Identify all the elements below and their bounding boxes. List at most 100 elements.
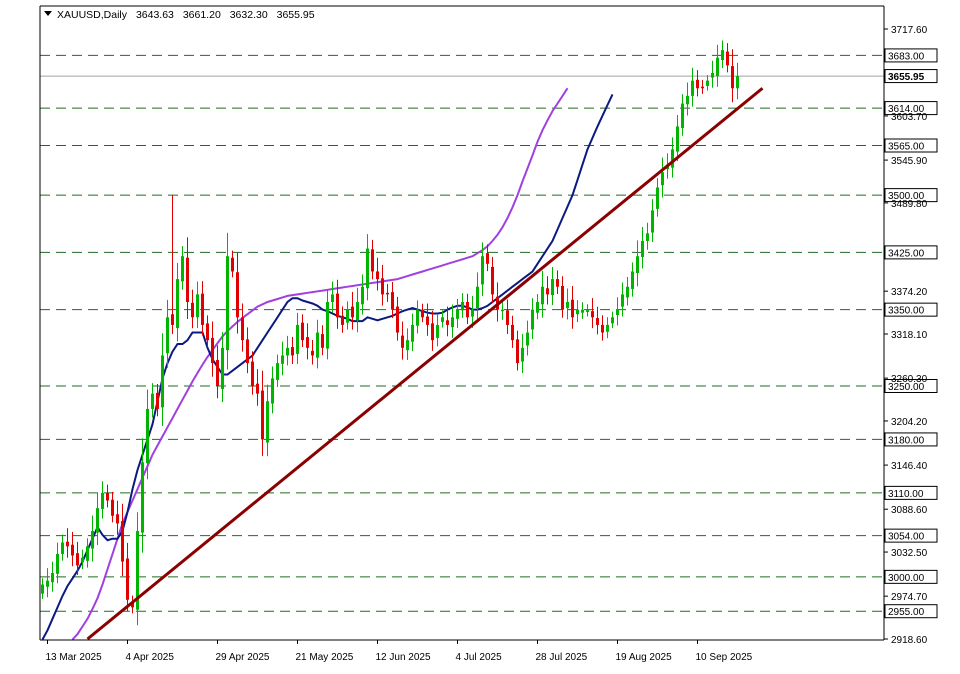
bear-candle bbox=[261, 390, 264, 440]
y-tick-label: 3260.30 bbox=[891, 374, 928, 385]
bear-candle bbox=[431, 323, 434, 341]
bull-candle bbox=[416, 309, 419, 326]
bull-candle bbox=[651, 210, 654, 233]
bear-candle bbox=[376, 271, 379, 280]
bear-candle bbox=[571, 299, 574, 318]
y-tick-label: 3603.70 bbox=[891, 112, 928, 123]
bull-candle bbox=[406, 340, 409, 351]
bear-candle bbox=[351, 306, 354, 318]
bull-candle bbox=[736, 76, 739, 89]
level-price-label: 2955.00 bbox=[888, 607, 925, 618]
bear-candle bbox=[306, 337, 309, 348]
level-price-label: 3350.00 bbox=[888, 306, 925, 317]
bull-candle bbox=[346, 309, 349, 323]
bull-candle bbox=[536, 302, 539, 313]
bear-candle bbox=[731, 66, 734, 89]
bull-candle bbox=[86, 546, 89, 561]
x-tick-label: 19 Aug 2025 bbox=[616, 652, 673, 663]
trendline bbox=[86, 87, 764, 641]
bear-candle bbox=[401, 335, 404, 348]
bull-candle bbox=[366, 248, 369, 289]
y-tick-label: 3717.60 bbox=[891, 25, 928, 36]
bear-candle bbox=[421, 309, 424, 318]
current-price-label: 3655.95 bbox=[888, 72, 925, 83]
bull-candle bbox=[616, 309, 619, 315]
bull-candle bbox=[476, 286, 479, 309]
x-tick-label: 13 Mar 2025 bbox=[46, 652, 103, 663]
level-price-label: 3000.00 bbox=[888, 573, 925, 584]
bull-candle bbox=[266, 401, 269, 443]
bear-candle bbox=[511, 324, 514, 341]
x-tick-label: 4 Jul 2025 bbox=[456, 652, 503, 663]
bull-candle bbox=[151, 393, 154, 409]
bear-candle bbox=[391, 292, 394, 310]
bull-candle bbox=[481, 256, 484, 285]
bull-candle bbox=[581, 309, 584, 313]
bull-candle bbox=[646, 233, 649, 241]
bull-candle bbox=[56, 553, 59, 574]
bear-candle bbox=[386, 292, 389, 295]
bull-candle bbox=[706, 80, 709, 86]
level-price-label: 3425.00 bbox=[888, 248, 925, 259]
bull-candle bbox=[611, 317, 614, 324]
bear-candle bbox=[591, 311, 594, 318]
bear-candle bbox=[256, 383, 259, 394]
bear-candle bbox=[396, 306, 399, 333]
bull-candle bbox=[166, 317, 169, 354]
bull-candle bbox=[161, 355, 164, 408]
bear-candle bbox=[246, 339, 249, 364]
bull-candle bbox=[146, 408, 149, 464]
bear-candle bbox=[201, 293, 204, 325]
bull-candle bbox=[451, 317, 454, 328]
level-price-label: 3180.00 bbox=[888, 435, 925, 446]
bear-candle bbox=[701, 86, 704, 89]
bull-candle bbox=[101, 492, 104, 509]
bear-candle bbox=[76, 553, 79, 566]
bear-candle bbox=[191, 302, 194, 318]
bear-candle bbox=[426, 316, 429, 325]
bear-candle bbox=[561, 285, 564, 310]
x-tick-label: 12 Jun 2025 bbox=[376, 652, 431, 663]
level-price-label: 3565.00 bbox=[888, 142, 925, 153]
bear-candle bbox=[126, 558, 129, 600]
bear-candle bbox=[506, 310, 509, 325]
bear-candle bbox=[381, 278, 384, 295]
bull-candle bbox=[676, 126, 679, 152]
bull-candle bbox=[411, 324, 414, 342]
bull-candle bbox=[221, 347, 224, 390]
bull-candle bbox=[686, 95, 689, 105]
bull-candle bbox=[276, 363, 279, 380]
x-tick-label: 4 Apr 2025 bbox=[126, 652, 175, 663]
bear-candle bbox=[66, 541, 69, 547]
bull-candle bbox=[441, 317, 444, 322]
bull-candle bbox=[141, 462, 144, 533]
bear-candle bbox=[371, 249, 374, 272]
bull-candle bbox=[541, 286, 544, 305]
bull-candle bbox=[181, 256, 184, 282]
bull-candle bbox=[631, 271, 634, 290]
bull-candle bbox=[661, 172, 664, 186]
bull-candle bbox=[551, 279, 554, 296]
y-tick-label: 3146.40 bbox=[891, 461, 928, 472]
bull-candle bbox=[576, 309, 579, 315]
bear-candle bbox=[321, 334, 324, 348]
bull-candle bbox=[81, 557, 84, 563]
bear-candle bbox=[491, 266, 494, 295]
bear-candle bbox=[241, 317, 244, 341]
bear-candle bbox=[231, 257, 234, 272]
y-tick-label: 3318.10 bbox=[891, 330, 928, 341]
ma-slow-line bbox=[71, 87, 569, 641]
bear-candle bbox=[546, 288, 549, 295]
bear-candle bbox=[251, 361, 254, 386]
level-price-label: 3110.00 bbox=[888, 489, 924, 500]
price-chart[interactable]: 3683.003614.003565.003500.003425.003350.… bbox=[0, 0, 960, 674]
bear-candle bbox=[211, 337, 214, 364]
bull-candle bbox=[606, 324, 609, 332]
bull-candle bbox=[316, 332, 319, 358]
bull-candle bbox=[436, 324, 439, 338]
y-tick-label: 2974.70 bbox=[891, 592, 928, 603]
bear-candle bbox=[111, 499, 114, 516]
bull-candle bbox=[96, 508, 99, 533]
bear-candle bbox=[121, 521, 124, 562]
bull-candle bbox=[456, 309, 459, 319]
